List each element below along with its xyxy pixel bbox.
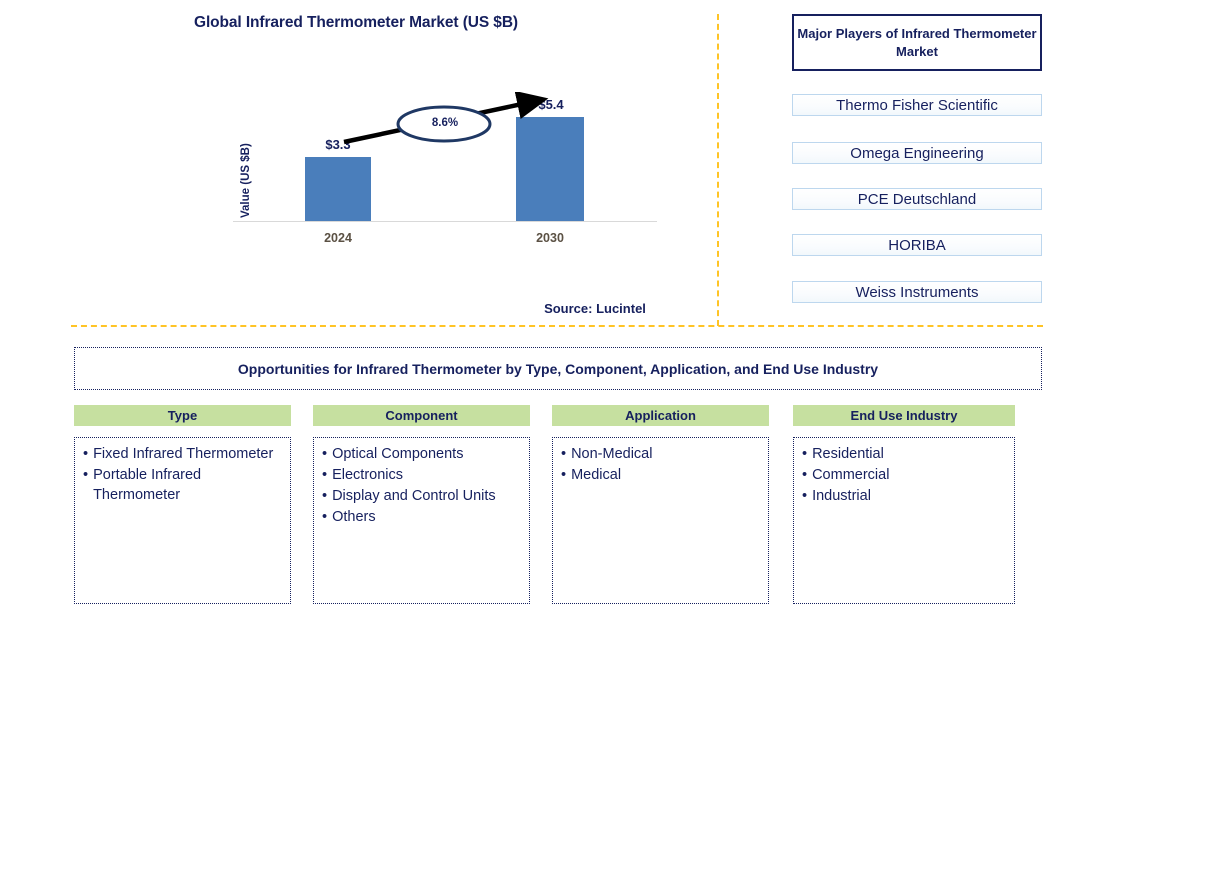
vertical-divider	[717, 14, 719, 326]
bullet-label: Commercial	[812, 467, 890, 483]
player-item-omega-engineering[interactable]: Omega Engineering	[792, 142, 1042, 164]
bullet-dot-icon: •	[322, 488, 328, 504]
bullet-item: • Portable Infrared Thermometer	[83, 465, 282, 505]
x-tick-2024: 2024	[324, 231, 352, 245]
category-body-end-use-industry: • Residential • Commercial • Industrial	[793, 437, 1015, 604]
horizontal-divider	[71, 325, 1043, 327]
bullet-label: Electronics	[332, 467, 403, 483]
category-header-end-use-industry: End Use Industry	[793, 405, 1015, 426]
bullet-label: Non-Medical	[571, 446, 653, 462]
cagr-value-label: 8.6%	[431, 117, 459, 129]
bullet-dot-icon: •	[561, 467, 567, 483]
bullet-item: • Non-Medical	[561, 444, 760, 464]
bullet-dot-icon: •	[322, 446, 328, 462]
category-body-application: • Non-Medical • Medical	[552, 437, 769, 604]
bullet-dot-icon: •	[802, 488, 808, 504]
bullet-label: Others	[332, 509, 376, 525]
bullet-item: • Medical	[561, 465, 760, 485]
source-label: Source: Lucintel	[544, 301, 646, 316]
bullet-label: Fixed Infrared Thermometer	[93, 446, 274, 462]
bullet-label: Portable Infrared Thermometer	[93, 467, 202, 503]
bullet-item: • Residential	[802, 444, 1006, 464]
bullet-item: • Others	[322, 507, 521, 527]
major-players-header: Major Players of Infrared Thermometer Ma…	[792, 14, 1042, 71]
bullet-dot-icon: •	[83, 446, 89, 462]
player-item-weiss-instruments[interactable]: Weiss Instruments	[792, 281, 1042, 303]
bullet-item: • Commercial	[802, 465, 1006, 485]
bullet-label: Optical Components	[332, 446, 464, 462]
bullet-dot-icon: •	[322, 467, 328, 483]
bullet-label: Display and Control Units	[332, 488, 496, 504]
bullet-item: • Display and Control Units	[322, 486, 521, 506]
chart-x-axis-line	[233, 221, 657, 222]
player-item-pce-deutschland[interactable]: PCE Deutschland	[792, 188, 1042, 210]
category-header-component: Component	[313, 405, 530, 426]
x-tick-2030: 2030	[536, 231, 564, 245]
bullet-dot-icon: •	[802, 446, 808, 462]
bullet-item: • Optical Components	[322, 444, 521, 464]
bar-2024	[305, 157, 371, 221]
chart-title: Global Infrared Thermometer Market (US $…	[194, 14, 518, 31]
category-body-type: • Fixed Infrared Thermometer • Portable Inf…	[74, 437, 291, 604]
bullet-dot-icon: •	[83, 467, 89, 483]
bullet-dot-icon: •	[802, 467, 808, 483]
bullet-label: Medical	[571, 467, 622, 483]
bullet-dot-icon: •	[561, 446, 567, 462]
bullet-dot-icon: •	[322, 509, 328, 525]
bullet-label: Residential	[812, 446, 884, 462]
opportunities-banner: Opportunities for Infrared Thermometer b…	[74, 347, 1042, 390]
bullet-item: • Fixed Infrared Thermometer	[83, 444, 282, 464]
y-axis-label: Value (US $B)	[240, 143, 252, 218]
category-body-component: • Optical Components • Electronics • Display …	[313, 437, 530, 604]
bullet-item: • Electronics	[322, 465, 521, 485]
bullet-label: Industrial	[812, 488, 871, 504]
player-item-thermo-fisher-scientific[interactable]: Thermo Fisher Scientific	[792, 94, 1042, 116]
category-header-type: Type	[74, 405, 291, 426]
bullet-item: • Industrial	[802, 486, 1006, 506]
category-header-application: Application	[552, 405, 769, 426]
player-item-horiba[interactable]: HORIBA	[792, 234, 1042, 256]
